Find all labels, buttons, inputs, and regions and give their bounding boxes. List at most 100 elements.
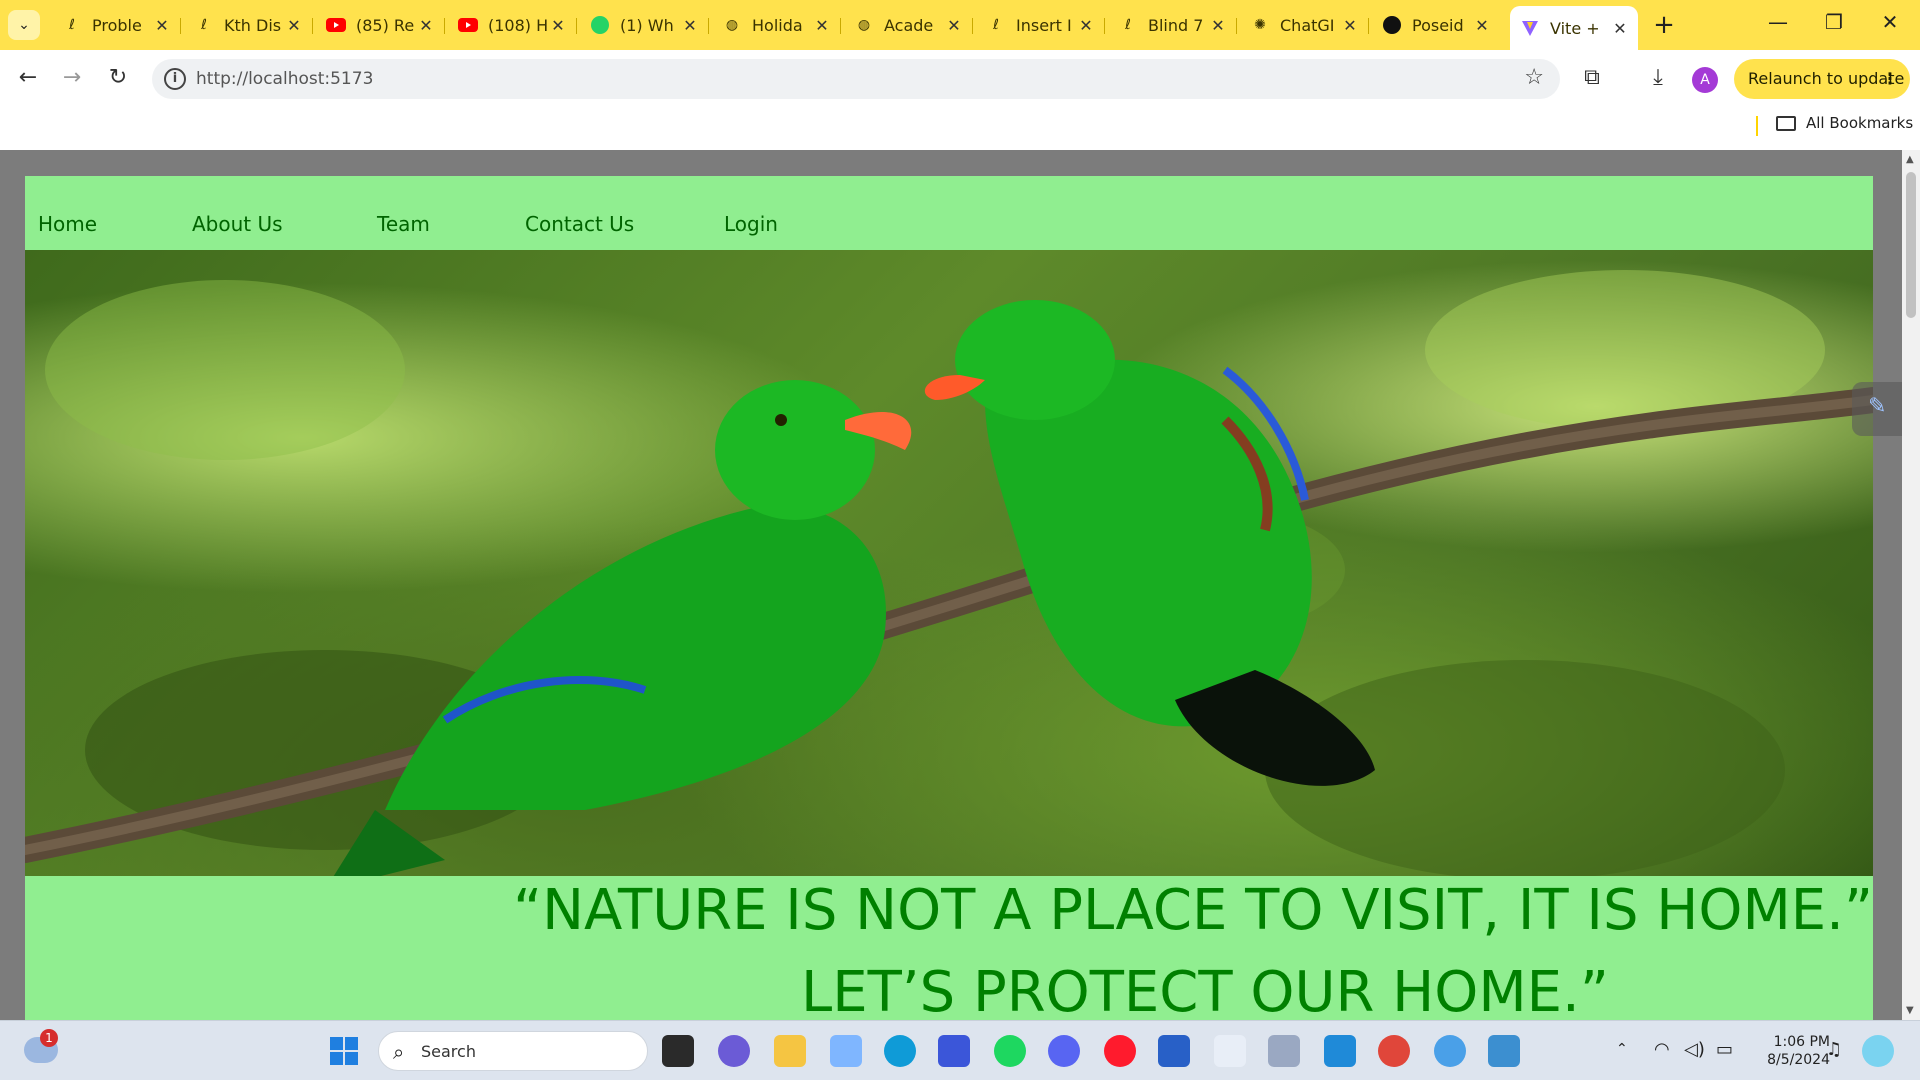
leetcode-icon: ℓ [993,17,999,33]
close-icon[interactable]: ✕ [286,16,302,35]
nav-contact-link[interactable]: Contact Us [525,212,634,236]
battery-icon[interactable]: ▭ [1716,1039,1733,1060]
tab-9[interactable]: ✺ ChatGI ✕ [1240,8,1368,42]
chevron-up-icon[interactable]: ⌃ [1616,1041,1628,1057]
app-icon-2[interactable] [938,1035,970,1067]
site-info-icon[interactable]: i [164,68,186,90]
wifi-icon[interactable]: ◠ [1654,1039,1670,1060]
tab-2[interactable]: (85) Re ✕ [316,8,444,42]
tab-8[interactable]: ℓ Blind 7 ✕ [1108,8,1236,42]
file-explorer-icon[interactable] [774,1035,806,1067]
start-button[interactable] [328,1035,360,1067]
edge-icon[interactable] [884,1035,916,1067]
url-text[interactable]: http://localhost:5173 [196,69,373,89]
tab-divider [840,18,841,34]
forward-button[interactable]: → [56,62,88,94]
tab-divider [1368,18,1369,34]
vscode-icon[interactable] [1324,1035,1356,1067]
youtube-icon [326,15,346,35]
restore-button[interactable]: ❐ [1814,10,1854,40]
opera-icon[interactable] [1104,1035,1136,1067]
close-icon[interactable]: ✕ [550,16,566,35]
chrome-icon[interactable] [1378,1035,1410,1067]
notification-bell-icon[interactable]: ♫ [1826,1039,1842,1060]
close-icon[interactable]: ✕ [1612,19,1628,38]
nav-about-link[interactable]: About Us [192,212,283,236]
quote-line-1: “NATURE IS NOT A PLACE TO VISIT, IT IS H… [513,878,1873,943]
search-icon: ⌕ [393,1040,405,1064]
tab-1[interactable]: ℓ Kth Dis ✕ [184,8,312,42]
profile-avatar[interactable]: A [1692,67,1718,93]
scroll-up-icon[interactable]: ▲ [1906,154,1914,165]
teams-meet-icon[interactable] [718,1035,750,1067]
close-icon[interactable]: ✕ [418,16,434,35]
site-navbar: Home About Us Team Contact Us Login [25,176,1873,250]
scrollbar-thumb[interactable] [1906,172,1916,318]
chevron-down-icon: ⌄ [18,17,30,33]
tab-search-button[interactable]: ⌄ [8,10,40,40]
extensions-icon[interactable]: ⧉ [1576,62,1608,94]
app-icon[interactable] [830,1035,862,1067]
tab-divider [708,18,709,34]
taskbar-search-box[interactable]: ⌕ Search [378,1031,648,1071]
tab-5[interactable]: ◍ Holida ✕ [712,8,840,42]
tab-10[interactable]: Poseid ✕ [1372,8,1500,42]
tab-divider [1104,18,1105,34]
nav-login-link[interactable]: Login [724,212,778,236]
notification-badge: 1 [40,1029,58,1047]
globe-icon: ◍ [857,17,871,33]
close-icon[interactable]: ✕ [814,16,830,35]
app-icon-4[interactable] [1268,1035,1300,1067]
tab-0[interactable]: ℓ Proble ✕ [52,8,180,42]
bookmarks-bar: All Bookmarks [0,108,1920,150]
close-icon[interactable]: ✕ [1474,16,1490,35]
discord-icon[interactable] [1048,1035,1080,1067]
tab-divider [972,18,973,34]
reload-button[interactable]: ↻ [102,62,134,94]
microsoft-store-icon[interactable] [1158,1035,1190,1067]
tab-divider [1236,18,1237,34]
minimize-button[interactable]: — [1758,10,1798,40]
close-icon[interactable]: ✕ [154,16,170,35]
copilot-icon[interactable] [1862,1035,1894,1067]
chrome-profile-icon[interactable] [1434,1035,1466,1067]
tab-divider [180,18,181,34]
nav-home-link[interactable]: Home [38,212,97,236]
close-icon[interactable]: ✕ [1210,16,1226,35]
openai-icon: ✺ [1254,17,1266,33]
tab-3[interactable]: (108) H ✕ [448,8,576,42]
nav-team-link[interactable]: Team [377,212,430,236]
quote-banner: “NATURE IS NOT A PLACE TO VISIT, IT IS H… [25,876,1873,1020]
address-bar[interactable]: i http://localhost:5173 ☆ [152,59,1560,99]
relaunch-update-button[interactable]: Relaunch to update ⋮ [1734,59,1910,99]
tab-7[interactable]: ℓ Insert I ✕ [976,8,1104,42]
spotify-icon[interactable] [994,1035,1026,1067]
tab-6[interactable]: ◍ Acade ✕ [844,8,972,42]
hero-image-parrots [25,250,1873,876]
all-bookmarks-button[interactable]: All Bookmarks [1776,114,1913,132]
system-clock[interactable]: 1:06 PM 8/5/2024 [1740,1033,1830,1069]
close-window-button[interactable]: ✕ [1870,10,1910,40]
photos-icon[interactable] [1488,1035,1520,1067]
new-tab-button[interactable]: + [1650,12,1678,40]
leetcode-icon: ℓ [69,17,75,33]
tab-active-vite[interactable]: Vite + ✕ [1510,6,1638,50]
pen-icon: ✎ [1868,394,1887,419]
close-icon[interactable]: ✕ [682,16,698,35]
close-icon[interactable]: ✕ [946,16,962,35]
more-menu-icon[interactable]: ⋮ [1882,59,1898,99]
close-icon[interactable]: ✕ [1342,16,1358,35]
task-view-icon[interactable] [662,1035,694,1067]
back-button[interactable]: ← [12,62,44,94]
volume-icon[interactable]: ◁) [1684,1039,1705,1060]
close-icon[interactable]: ✕ [1078,16,1094,35]
side-panel-widget[interactable]: ✎ [1852,382,1902,436]
bookmark-star-icon[interactable]: ☆ [1524,65,1544,90]
tab-4[interactable]: (1) Wh ✕ [580,8,708,42]
page-scrollbar[interactable]: ▲ ▼ [1902,150,1920,1020]
download-icon[interactable]: ⤓ [1642,62,1674,94]
github-icon [1382,15,1402,35]
tab-divider [312,18,313,34]
app-icon-3[interactable] [1214,1035,1246,1067]
scroll-down-icon[interactable]: ▼ [1906,1005,1914,1016]
